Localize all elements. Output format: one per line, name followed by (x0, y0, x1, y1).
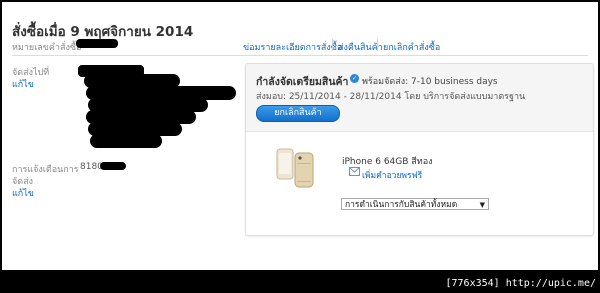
item-actions-select-value: การดำเนินการกับสินค้าทั้งหมด (345, 200, 458, 210)
order-page: สั่งซื้อเมื่อ 9 พฤศจิกายน 2014 หมายเลขคำ… (2, 2, 598, 270)
cancel-order-link[interactable]: ยกเลิกคำสั่งซื้อ (383, 40, 440, 54)
nav-divider (332, 39, 333, 51)
product-name: iPhone 6 64GB สีทอง (342, 157, 433, 167)
view-order-details-link[interactable]: ข่อมรายละเอียดการสั่งซื้อ (243, 40, 342, 54)
nav-divider (377, 39, 378, 51)
shipment-status: กำลังจัดเตรียมสินค้า (256, 76, 349, 88)
edit-notification-link[interactable]: แก้ไข (12, 186, 34, 200)
cancel-item-button[interactable]: ยกเลิกสินค้า (256, 105, 340, 122)
add-gift-message-link[interactable]: เพิ่มคำอวยพรฟรี (362, 168, 422, 182)
item-actions-select[interactable]: การดำเนินการกับสินค้าทั้งหมด ▼ (341, 198, 489, 210)
redacted-phone (100, 162, 126, 170)
order-number-label: หมายเลขคำสั่งซื้อ (12, 43, 82, 53)
select-arrow-icon: ▼ (479, 201, 485, 209)
watermark: [776x354] http://upic.me/ (445, 278, 596, 289)
delivery-estimate-text: ส่งมอบ: 25/11/2014 - 28/11/2014 โดย บริก… (256, 92, 526, 102)
header-divider (12, 55, 588, 56)
iphone-product-image (276, 148, 314, 188)
info-check-icon: ✓ (350, 74, 359, 83)
redacted-order-number (76, 39, 118, 48)
gift-envelope-icon (349, 167, 360, 176)
ready-to-ship-text: พร้อมจัดส่ง: 7-10 business days (362, 77, 498, 87)
edit-shipping-link[interactable]: แก้ไข (12, 77, 34, 91)
shipment-panel-header: กำลังจัดเตรียมสินค้า ✓ พร้อมจัดส่ง: 7-10… (246, 64, 593, 132)
